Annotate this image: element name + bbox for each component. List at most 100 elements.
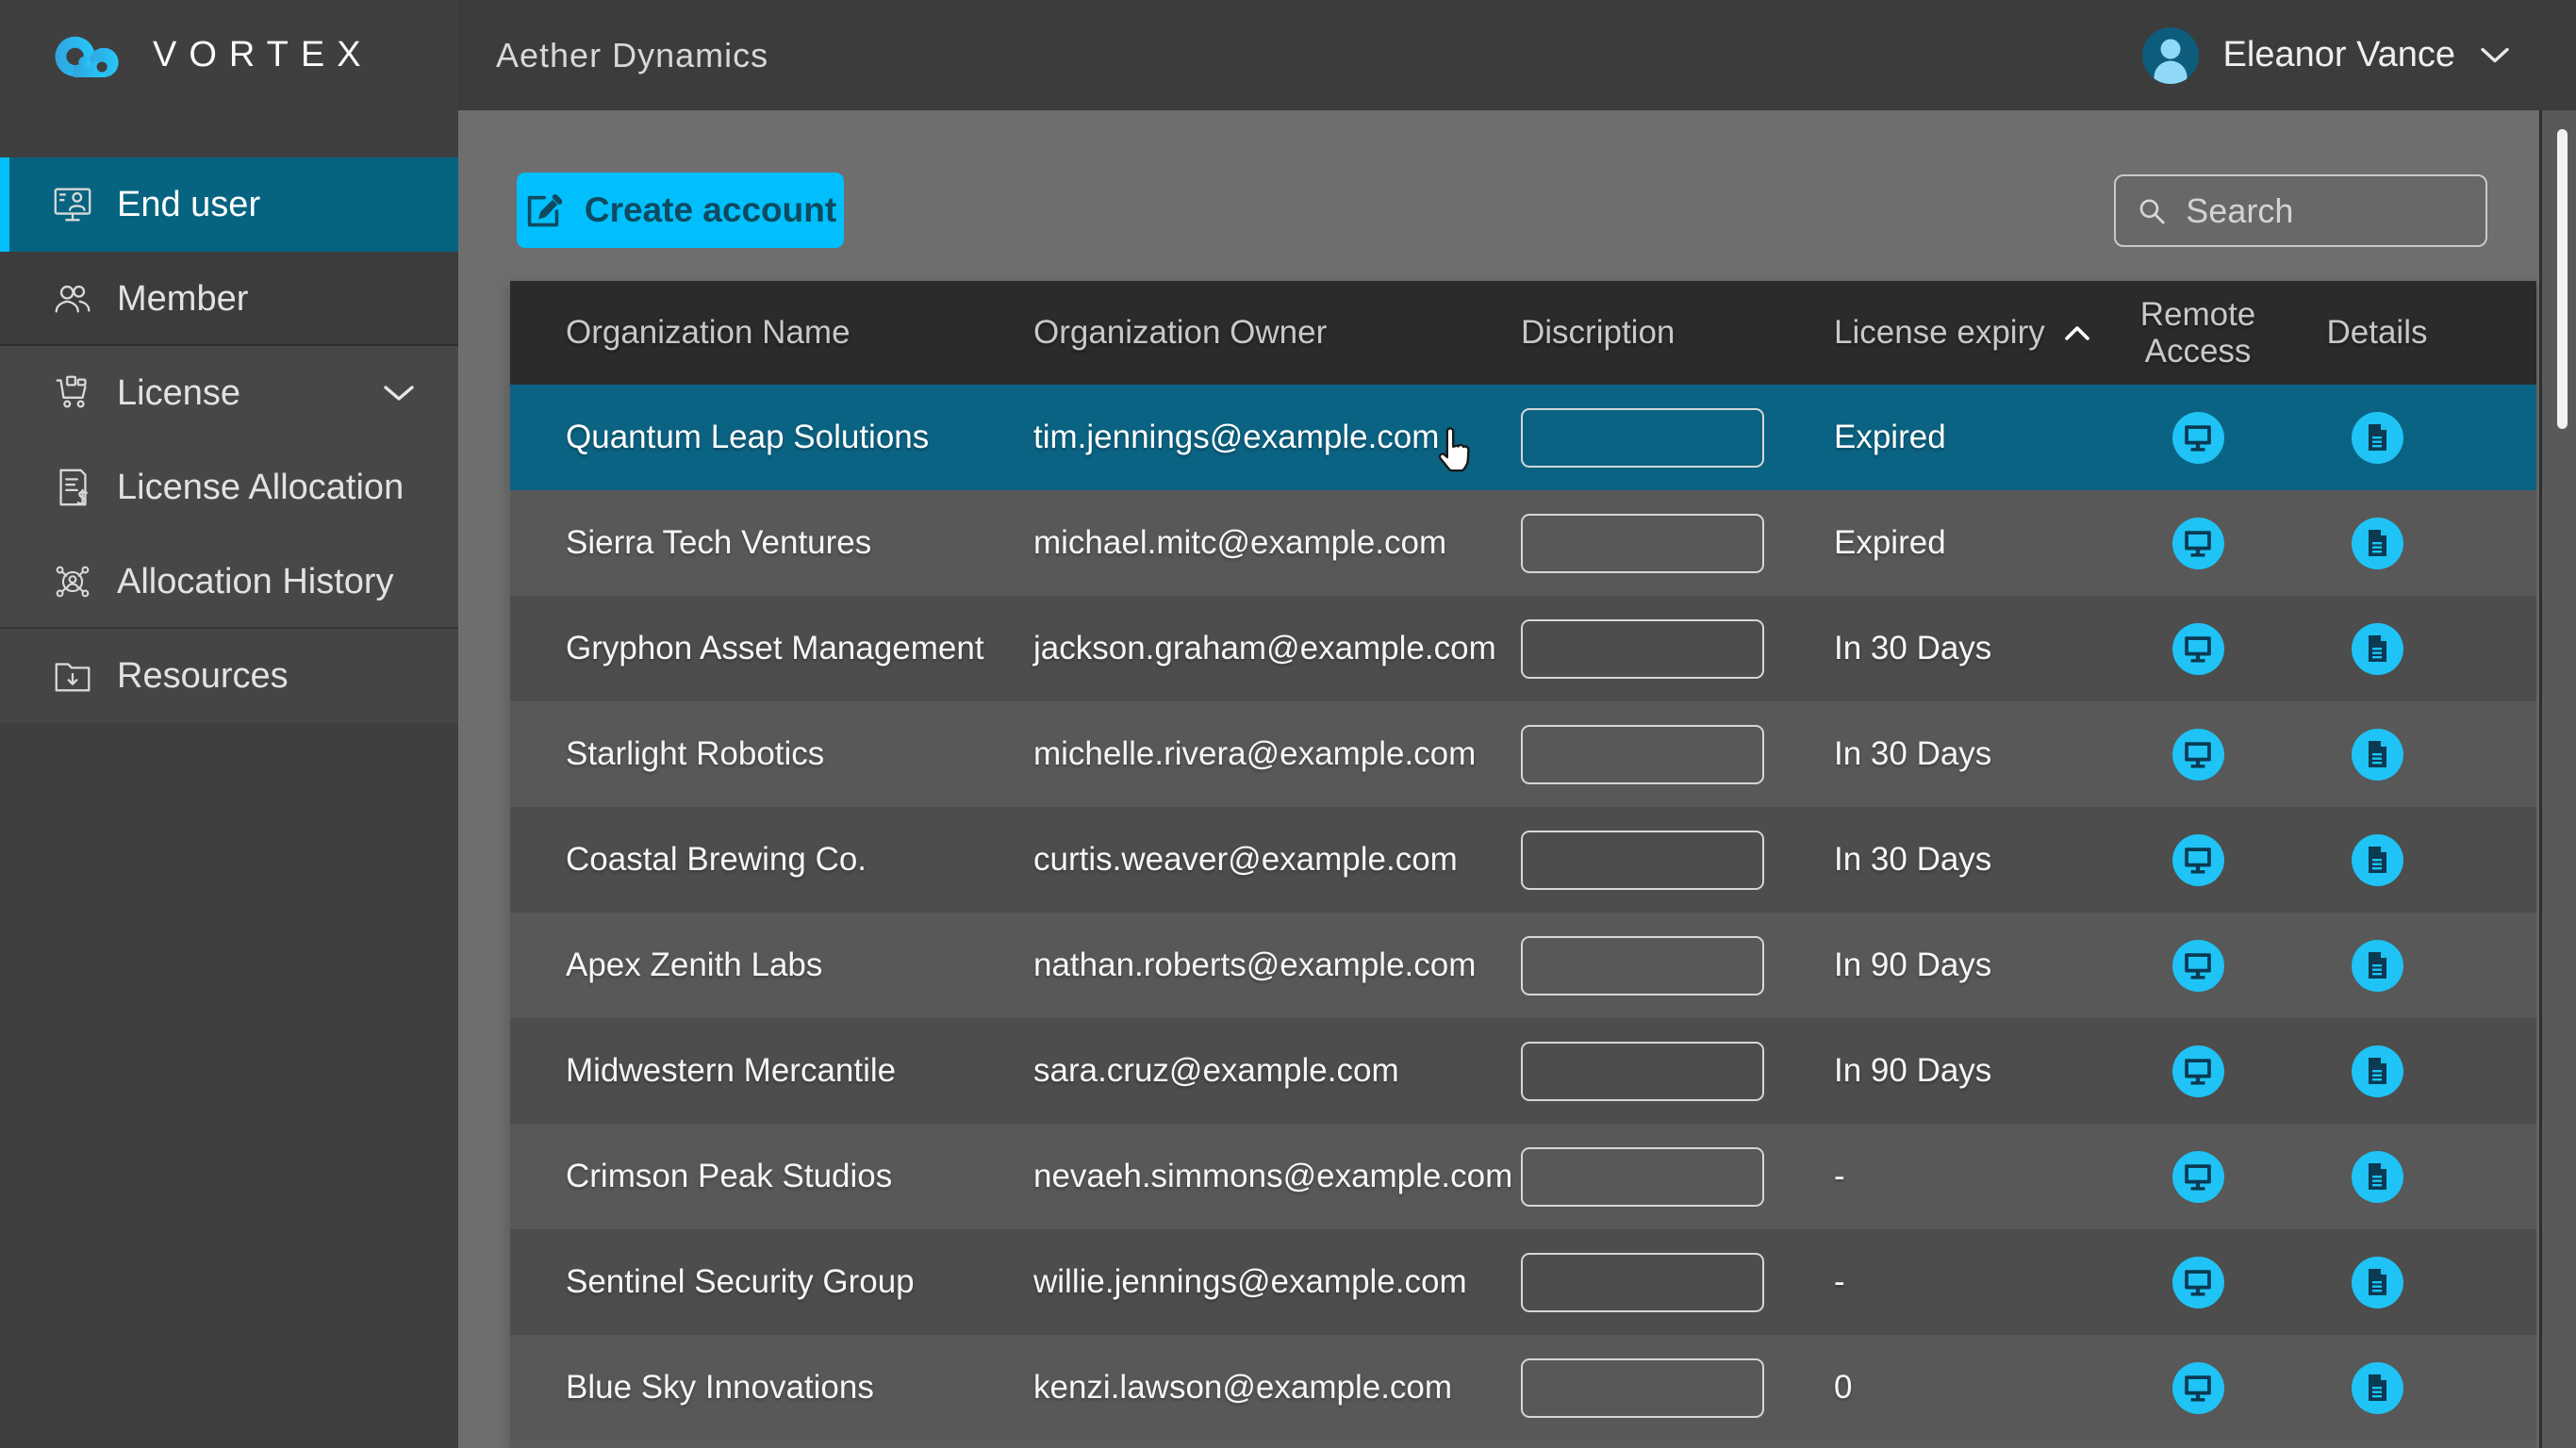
sidebar-item-label: License Allocation	[117, 468, 404, 508]
org-name: Midwestern Mercantile	[566, 1052, 1033, 1090]
remote-access-button[interactable]	[2172, 1151, 2224, 1203]
members-icon	[51, 277, 94, 321]
discription-input[interactable]	[1521, 619, 1764, 679]
table-body: Quantum Leap Solutions tim.jennings@exam…	[510, 385, 2536, 1440]
license-expiry-value: In 90 Days	[1780, 1052, 2104, 1090]
remote-access-button[interactable]	[2172, 1362, 2224, 1414]
discription-input[interactable]	[1521, 831, 1764, 890]
org-name: Blue Sky Innovations	[566, 1369, 1033, 1407]
user-network-icon	[51, 560, 94, 603]
org-owner-email: kenzi.lawson@example.com	[1033, 1369, 1521, 1407]
scrollbar-thumb[interactable]	[2557, 129, 2568, 429]
org-owner-email: sara.cruz@example.com	[1033, 1052, 1521, 1090]
monitor-icon	[2182, 738, 2214, 770]
remote-access-button[interactable]	[2172, 1045, 2224, 1097]
license-expiry-value: Expired	[1780, 524, 2104, 562]
sidebar-item-resources[interactable]: Resources	[0, 629, 458, 723]
search-box	[2114, 174, 2487, 247]
document-icon	[2362, 950, 2392, 980]
org-name: Gryphon Asset Management	[566, 630, 1033, 667]
sidebar-item-label: Member	[117, 279, 248, 320]
org-name: Crimson Peak Studios	[566, 1158, 1033, 1195]
details-button[interactable]	[2352, 940, 2403, 992]
document-icon	[2362, 739, 2392, 769]
table-row[interactable]: Sierra Tech Ventures michael.mitc@exampl…	[510, 490, 2536, 596]
monitor-icon	[2182, 1372, 2214, 1404]
sidebar-item-license-allocation[interactable]: License Allocation	[0, 440, 458, 535]
details-button[interactable]	[2352, 1151, 2403, 1203]
discription-input[interactable]	[1521, 1253, 1764, 1312]
license-expiry-value: In 30 Days	[1780, 630, 2104, 667]
org-owner-email: michael.mitc@example.com	[1033, 524, 1521, 562]
cloud-icon	[49, 26, 136, 85]
column-header-license-expiry[interactable]: License expiry	[1780, 314, 2104, 351]
org-name: Sentinel Security Group	[566, 1263, 1033, 1301]
sidebar: VORTEX End user	[0, 0, 458, 1448]
app-root: VORTEX End user	[0, 0, 2576, 1448]
create-account-button[interactable]: Create account	[517, 173, 844, 248]
sidebar-item-member[interactable]: Member	[0, 252, 458, 346]
discription-input[interactable]	[1521, 725, 1764, 784]
table-row[interactable]: Quantum Leap Solutions tim.jennings@exam…	[510, 385, 2536, 490]
document-icon	[2362, 1056, 2392, 1086]
org-name: Sierra Tech Ventures	[566, 524, 1033, 562]
user-name: Eleanor Vance	[2223, 35, 2455, 75]
details-button[interactable]	[2352, 1362, 2403, 1414]
monitor-icon	[2182, 844, 2214, 876]
chevron-down-icon	[383, 384, 415, 403]
remote-access-button[interactable]	[2172, 1257, 2224, 1308]
chevron-up-icon	[2064, 325, 2090, 341]
table-row[interactable]: Gryphon Asset Management jackson.graham@…	[510, 596, 2536, 701]
monitor-icon	[2182, 527, 2214, 559]
details-button[interactable]	[2352, 623, 2403, 675]
remote-access-button[interactable]	[2172, 729, 2224, 781]
column-header-license-expiry-label: License expiry	[1834, 314, 2045, 351]
discription-input[interactable]	[1521, 1358, 1764, 1418]
remote-access-button[interactable]	[2172, 940, 2224, 992]
document-icon	[2362, 1267, 2392, 1297]
user-menu[interactable]: Eleanor Vance	[2142, 27, 2510, 84]
details-button[interactable]	[2352, 518, 2403, 569]
details-button[interactable]	[2352, 834, 2403, 886]
create-account-label: Create account	[585, 190, 836, 230]
search-icon	[2137, 193, 2167, 229]
license-expiry-value: -	[1780, 1263, 2104, 1301]
document-icon	[2362, 1161, 2392, 1192]
license-expiry-value: In 90 Days	[1780, 946, 2104, 984]
remote-access-button[interactable]	[2172, 623, 2224, 675]
sidebar-item-allocation-history[interactable]: Allocation History	[0, 535, 458, 629]
monitor-icon	[2182, 633, 2214, 665]
license-expiry-value: Expired	[1780, 419, 2104, 456]
details-button[interactable]	[2352, 729, 2403, 781]
discription-input[interactable]	[1521, 1147, 1764, 1207]
document-dollar-icon	[51, 466, 94, 509]
discription-input[interactable]	[1521, 408, 1764, 468]
details-button[interactable]	[2352, 412, 2403, 464]
search-input[interactable]	[2186, 191, 2465, 231]
discription-input[interactable]	[1521, 936, 1764, 996]
table-row[interactable]: Midwestern Mercantile sara.cruz@example.…	[510, 1018, 2536, 1124]
sidebar-item-license[interactable]: License	[0, 346, 458, 440]
table-row[interactable]: Starlight Robotics michelle.rivera@examp…	[510, 701, 2536, 807]
sidebar-item-label: Resources	[117, 656, 289, 697]
table-row[interactable]: Apex Zenith Labs nathan.roberts@example.…	[510, 913, 2536, 1018]
table-row[interactable]: Crimson Peak Studios nevaeh.simmons@exam…	[510, 1124, 2536, 1229]
table-row[interactable]: Coastal Brewing Co. curtis.weaver@exampl…	[510, 807, 2536, 913]
monitor-icon	[2182, 949, 2214, 981]
remote-access-button[interactable]	[2172, 412, 2224, 464]
discription-input[interactable]	[1521, 1042, 1764, 1101]
details-button[interactable]	[2352, 1045, 2403, 1097]
monitor-icon	[2182, 1266, 2214, 1298]
details-button[interactable]	[2352, 1257, 2403, 1308]
remote-access-button[interactable]	[2172, 518, 2224, 569]
org-owner-email: nevaeh.simmons@example.com	[1033, 1158, 1521, 1195]
column-header-organization-name: Organization Name	[566, 314, 1033, 351]
table-row[interactable]: Sentinel Security Group willie.jennings@…	[510, 1229, 2536, 1335]
discription-input[interactable]	[1521, 514, 1764, 573]
sidebar-item-end-user[interactable]: End user	[0, 157, 458, 252]
table-row[interactable]: Blue Sky Innovations kenzi.lawson@exampl…	[510, 1335, 2536, 1440]
column-header-remote-access: Remote Access	[2104, 296, 2292, 370]
remote-access-button[interactable]	[2172, 834, 2224, 886]
document-icon	[2362, 845, 2392, 875]
brand-name: VORTEX	[153, 35, 373, 75]
